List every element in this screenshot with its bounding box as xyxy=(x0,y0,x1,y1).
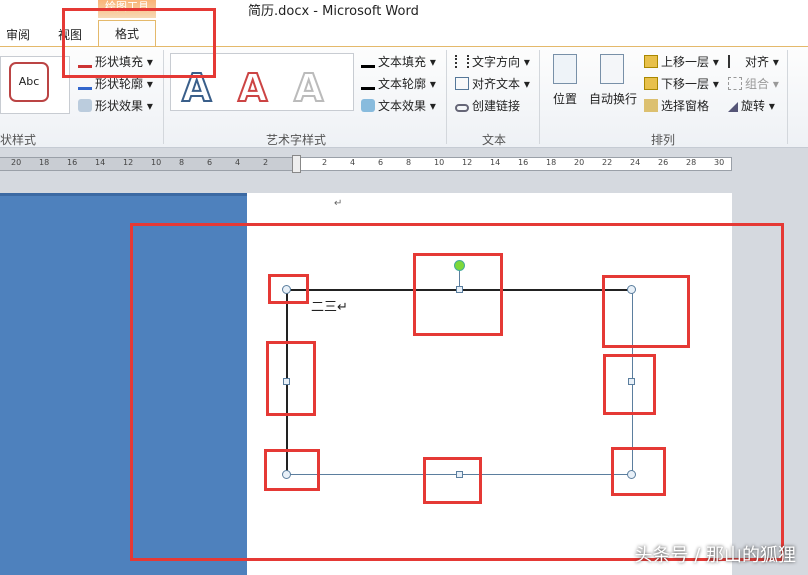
highlight-format-tab xyxy=(62,8,216,78)
group-label-shape-styles: 状样式 xyxy=(0,133,37,147)
highlight-handle xyxy=(266,341,316,416)
ruler-tick-label: 2 xyxy=(322,158,328,167)
link-icon xyxy=(455,104,469,112)
indent-marker[interactable] xyxy=(292,155,301,173)
text-outline-icon xyxy=(361,77,375,90)
bring-forward-button[interactable]: 上移一层 ▾ xyxy=(644,53,719,70)
ruler-tick-label: 4 xyxy=(350,158,356,167)
ruler-tick-label: 4 xyxy=(235,158,241,167)
highlight-handle xyxy=(602,275,690,348)
align-text-button[interactable]: 对齐文本 ▾ xyxy=(455,75,530,92)
ruler-tick-label: 2 xyxy=(263,158,269,167)
position-button[interactable]: 位置 xyxy=(553,90,577,107)
window-title: 简历.docx - Microsoft Word xyxy=(248,4,419,19)
create-link-button[interactable]: 创建链接 xyxy=(455,97,520,114)
text-effects-button[interactable]: 文本效果 ▾ xyxy=(361,97,436,114)
ruler-tick-label: 8 xyxy=(406,158,412,167)
text-effect-icon xyxy=(361,99,375,112)
ruler-tick-label: 12 xyxy=(123,158,134,167)
group-label-arrange: 排列 xyxy=(651,133,676,147)
group-label-text: 文本 xyxy=(482,133,507,147)
align-button[interactable]: 对齐 ▾ xyxy=(728,53,779,70)
tab-review[interactable]: 审阅 xyxy=(6,26,30,43)
highlight-handle xyxy=(268,274,309,304)
text-fill-icon xyxy=(361,55,375,68)
text-direction-icon xyxy=(455,55,469,68)
group-label-wordart: 艺术字样式 xyxy=(266,133,327,147)
ruler-tick-label: 30 xyxy=(714,158,725,167)
ruler-tick-label: 6 xyxy=(207,158,213,167)
group-button[interactable]: 组合 ▾ xyxy=(728,75,779,92)
ruler-tick-label: 6 xyxy=(378,158,384,167)
send-backward-icon xyxy=(644,77,658,90)
ruler-tick-label: 26 xyxy=(658,158,669,167)
shape-style-sample[interactable]: Abc xyxy=(9,62,49,102)
wordart-sample-red[interactable]: A xyxy=(237,65,268,111)
ruler-tick-label: 10 xyxy=(434,158,445,167)
ruler-tick-label: 16 xyxy=(518,158,529,167)
position-icon xyxy=(553,54,577,84)
group-icon xyxy=(728,77,742,90)
ruler-tick-label: 18 xyxy=(39,158,50,167)
ruler-tick-label: 28 xyxy=(686,158,697,167)
shape-effect-icon xyxy=(78,99,92,112)
wrap-text-button[interactable]: 自动换行 xyxy=(589,90,637,107)
bring-forward-icon xyxy=(644,55,658,68)
align-icon xyxy=(728,55,742,68)
wordart-sample-gray[interactable]: A xyxy=(293,65,324,111)
text-outline-button[interactable]: 文本轮廓 ▾ xyxy=(361,75,436,92)
ruler-tick-label: 10 xyxy=(151,158,162,167)
selection-pane-button[interactable]: 选择窗格 xyxy=(644,97,709,114)
ruler-tick-label: 8 xyxy=(179,158,185,167)
paragraph-mark: ↵ xyxy=(334,198,343,209)
shape-effects-button[interactable]: 形状效果 ▾ xyxy=(78,97,153,114)
pen-icon xyxy=(78,77,92,90)
text-direction-button[interactable]: 文字方向 ▾ xyxy=(455,53,530,70)
rotate-icon xyxy=(728,102,738,112)
ruler-tick-label: 16 xyxy=(67,158,78,167)
wrap-text-icon xyxy=(600,54,624,84)
selection-pane-icon xyxy=(644,99,658,112)
rotate-button[interactable]: 旋转 ▾ xyxy=(728,97,775,114)
ruler-tick-label: 14 xyxy=(95,158,106,167)
highlight-handle xyxy=(423,457,482,504)
text-fill-button[interactable]: 文本填充 ▾ xyxy=(361,53,436,70)
align-text-icon xyxy=(455,77,469,90)
ruler-tick-label: 18 xyxy=(546,158,557,167)
ruler-tick-label: 20 xyxy=(11,158,22,167)
ruler-tick-label: 20 xyxy=(574,158,585,167)
highlight-handle xyxy=(611,447,666,496)
highlight-handle xyxy=(264,449,320,491)
ruler-tick-label: 14 xyxy=(490,158,501,167)
watermark: 头条号 / 那山的狐狸 xyxy=(634,545,796,566)
ruler-tick-label: 24 xyxy=(630,158,641,167)
ruler-tick-label: 22 xyxy=(602,158,613,167)
send-backward-button[interactable]: 下移一层 ▾ xyxy=(644,75,719,92)
highlight-handle xyxy=(603,354,656,415)
ruler-tick-label: 12 xyxy=(462,158,473,167)
highlight-handle xyxy=(413,253,503,336)
